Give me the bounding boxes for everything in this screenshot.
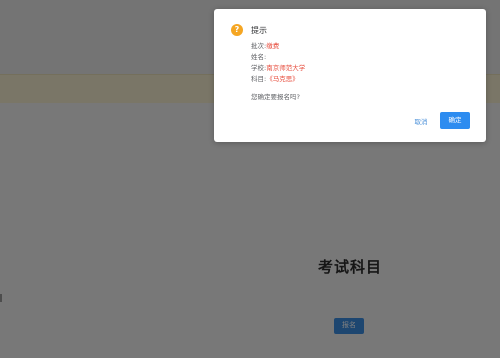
confirm-dialog: ? 提示 批次:缴费 姓名: 学校:南京师范大学 科目:《马克思》 您确定要报名… <box>214 9 486 142</box>
field-value: 缴费 <box>266 42 280 50</box>
confirm-question: 您确定要报名吗? <box>251 93 300 101</box>
field-name: 姓名: <box>251 52 305 63</box>
dialog-body: 批次:缴费 姓名: 学校:南京师范大学 科目:《马克思》 <box>251 41 305 85</box>
field-label: 学校: <box>251 64 267 72</box>
dialog-title: 提示 <box>251 25 267 35</box>
field-school: 学校:南京师范大学 <box>251 63 305 74</box>
field-label: 批次: <box>251 42 267 50</box>
dialog-header: ? 提示 <box>231 23 267 37</box>
field-label: 姓名: <box>251 53 267 61</box>
confirm-button[interactable]: 确定 <box>440 112 470 129</box>
cancel-button[interactable]: 取消 <box>405 115 437 130</box>
field-label: 科目: <box>251 75 267 83</box>
field-value: 《马克思》 <box>266 75 299 83</box>
field-subject: 科目:《马克思》 <box>251 74 305 85</box>
field-batch: 批次:缴费 <box>251 41 305 52</box>
field-value: 南京师范大学 <box>266 64 306 72</box>
question-icon: ? <box>231 24 243 36</box>
